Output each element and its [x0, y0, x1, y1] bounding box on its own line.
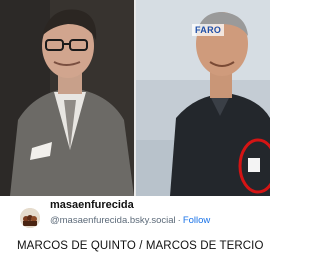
avatar-image	[20, 208, 40, 228]
left-photo-illustration	[0, 0, 134, 196]
post-card: masaenfurecida @masaenfurecida.bsky.soci…	[0, 196, 270, 270]
author-meta: @masaenfurecida.bsky.social · Follow	[50, 215, 210, 226]
faro-watermark: FARO	[192, 24, 225, 36]
photo-collage: FARO	[0, 0, 270, 196]
author-handle[interactable]: @masaenfurecida.bsky.social	[50, 215, 176, 226]
meta-separator: ·	[177, 215, 181, 226]
author-name[interactable]: masaenfurecida	[50, 199, 134, 211]
follow-button[interactable]: Follow	[183, 215, 210, 226]
post-text: MARCOS DE QUINTO / MARCOS DE TERCIO	[17, 240, 264, 252]
right-photo: FARO	[136, 0, 270, 196]
left-photo	[0, 0, 134, 196]
avatar[interactable]	[20, 208, 40, 228]
